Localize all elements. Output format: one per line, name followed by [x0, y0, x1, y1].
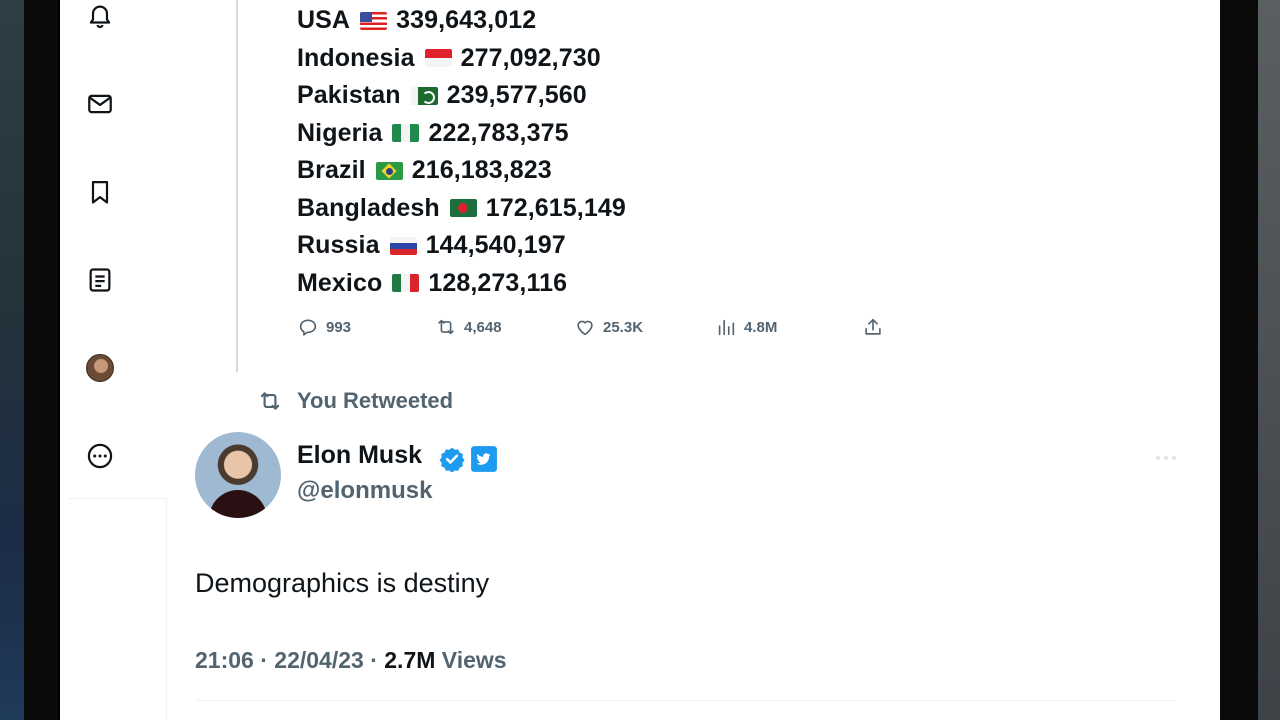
- like-button[interactable]: 25.3K: [574, 313, 643, 341]
- meta-divider: [195, 700, 1175, 701]
- lists-icon[interactable]: [84, 264, 116, 296]
- mexico-flag-icon: [392, 274, 420, 293]
- share-button[interactable]: [862, 313, 891, 341]
- device-bezel-right: [1220, 0, 1280, 720]
- twitter-screen: USA 339,643,012 Indonesia 277,092,730 Pa…: [60, 0, 1220, 720]
- list-item: Brazil 216,183,823: [297, 152, 626, 190]
- population-value: 339,643,012: [396, 6, 537, 35]
- population-value: 222,783,375: [428, 118, 569, 147]
- sidebar-nav: [60, 0, 166, 720]
- author-name[interactable]: Elon Musk: [297, 441, 422, 470]
- retweet-count: 4,648: [464, 318, 502, 336]
- reply-button[interactable]: 993: [297, 313, 351, 341]
- profile-avatar[interactable]: [84, 352, 116, 384]
- more-circle-icon[interactable]: [84, 440, 116, 472]
- list-item: Russia 144,540,197: [297, 227, 626, 265]
- nigeria-flag-icon: [392, 124, 420, 143]
- notifications-bell-icon[interactable]: [84, 0, 116, 32]
- views-button[interactable]: 4.8M: [715, 313, 777, 341]
- retweet-button[interactable]: 4,648: [435, 313, 502, 341]
- retweeted-indicator: You Retweeted: [257, 388, 453, 414]
- bookmark-icon[interactable]: [84, 176, 116, 208]
- tweet-meta: 21:06 · 22/04/23 · 2.7M Views: [195, 647, 507, 674]
- reply-count: 993: [326, 318, 352, 336]
- retweet-icon: [438, 319, 454, 335]
- share-upload-icon: [865, 318, 881, 335]
- country-name: Bangladesh: [297, 193, 440, 222]
- russia-flag-icon: [389, 236, 417, 255]
- retweet-icon: [260, 392, 280, 410]
- country-name: Pakistan: [297, 81, 401, 110]
- column-divider: [166, 498, 167, 720]
- tweet-text: Demographics is destiny: [195, 568, 490, 598]
- pakistan-flag-icon: [410, 86, 438, 105]
- retweet-label: You Retweeted: [297, 388, 454, 413]
- like-count: 25.3K: [603, 318, 644, 336]
- analytics-bars-icon: [718, 319, 735, 336]
- country-name: Brazil: [297, 156, 366, 185]
- population-value: 144,540,197: [425, 231, 566, 260]
- verified-badge-icon: [439, 447, 465, 472]
- population-value: 239,577,560: [446, 81, 587, 110]
- more-options-icon[interactable]: [1154, 450, 1178, 466]
- tweet-views-label: Views: [441, 647, 507, 673]
- list-item: Indonesia 277,092,730: [297, 40, 626, 78]
- sidebar-divider: [68, 498, 166, 499]
- author-handle[interactable]: @elonmusk: [297, 477, 432, 505]
- list-item: USA 339,643,012: [297, 2, 626, 40]
- list-item: Nigeria 222,783,375: [297, 115, 626, 153]
- population-value: 216,183,823: [411, 156, 552, 185]
- twitter-badge-icon: [471, 446, 497, 472]
- messages-mail-icon[interactable]: [84, 88, 116, 120]
- bangladesh-flag-icon: [449, 199, 477, 218]
- device-bezel-left: [0, 0, 58, 720]
- thread-line: [236, 0, 238, 372]
- population-value: 277,092,730: [460, 43, 601, 72]
- author-avatar[interactable]: [195, 432, 281, 518]
- tweet-action-bar: 993 4,648 25.3K 4.8M: [297, 313, 897, 341]
- population-list: USA 339,643,012 Indonesia 277,092,730 Pa…: [297, 2, 626, 302]
- country-name: USA: [297, 6, 351, 35]
- population-value: 172,615,149: [485, 193, 626, 222]
- brazil-flag-icon: [375, 161, 403, 180]
- country-name: Russia: [297, 231, 380, 260]
- population-value: 128,273,116: [428, 268, 568, 297]
- indonesia-flag-icon: [424, 49, 452, 68]
- us-flag-icon: [360, 11, 388, 30]
- country-name: Mexico: [297, 268, 383, 297]
- country-name: Indonesia: [297, 43, 415, 72]
- tweet-time[interactable]: 21:06: [195, 647, 254, 673]
- list-item: Mexico 128,273,116: [297, 265, 626, 303]
- list-item: Bangladesh 172,615,149: [297, 190, 626, 228]
- tweet-views-count: 2.7M: [384, 647, 436, 673]
- list-item: Pakistan 239,577,560: [297, 77, 626, 115]
- heart-icon: [577, 320, 593, 336]
- meta-separator: ·: [260, 647, 268, 673]
- meta-separator: ·: [370, 647, 378, 673]
- country-name: Nigeria: [297, 118, 383, 147]
- views-count: 4.8M: [744, 318, 778, 336]
- reply-icon: [299, 319, 317, 336]
- tweet-date[interactable]: 22/04/23: [274, 647, 364, 673]
